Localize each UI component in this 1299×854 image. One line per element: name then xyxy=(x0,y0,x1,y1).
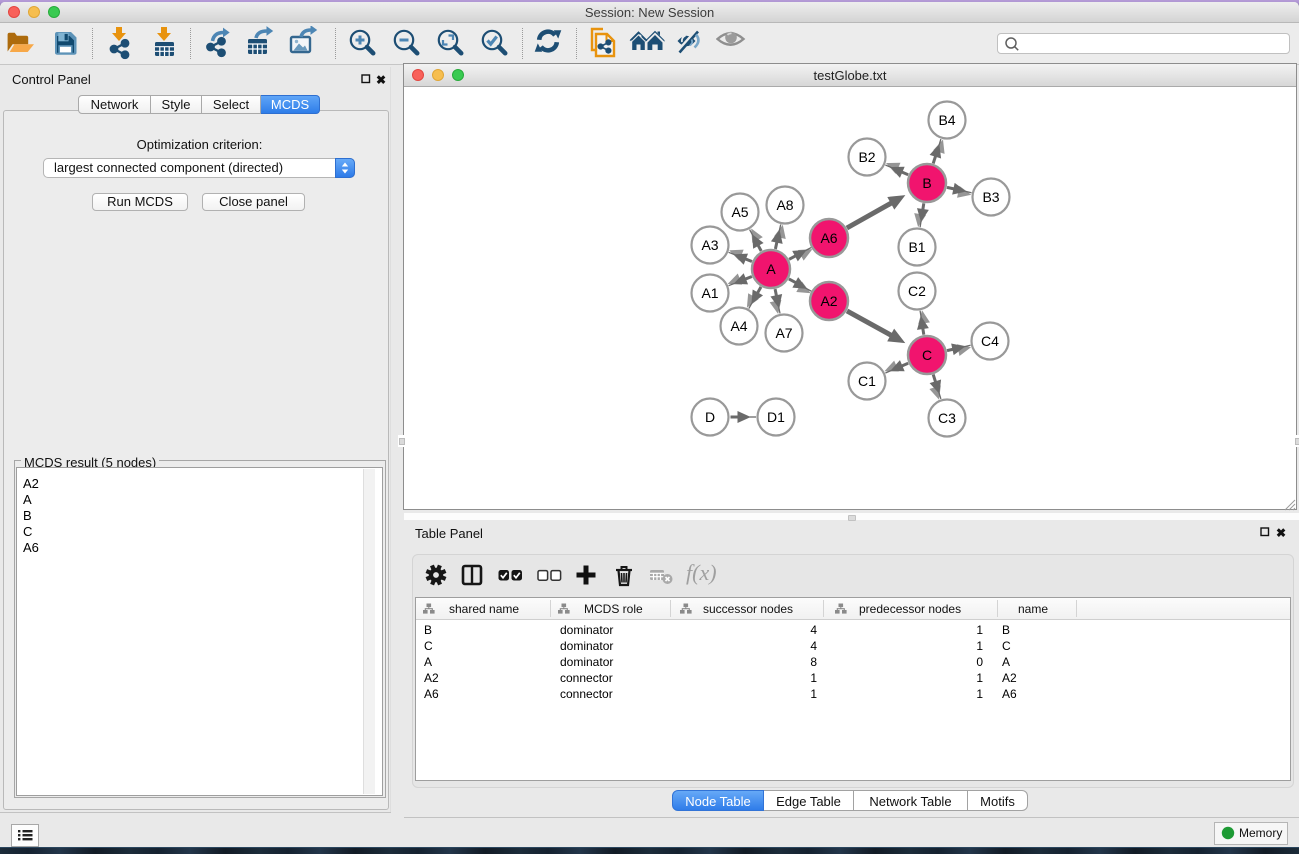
svg-text:B2: B2 xyxy=(858,149,875,165)
svg-text:A5: A5 xyxy=(731,204,748,220)
svg-text:D: D xyxy=(705,409,715,425)
svg-text:B4: B4 xyxy=(938,112,955,128)
svg-text:A1: A1 xyxy=(701,285,718,301)
svg-text:A8: A8 xyxy=(776,197,793,213)
svg-text:C3: C3 xyxy=(938,410,956,426)
svg-text:A7: A7 xyxy=(775,325,792,341)
svg-text:A2: A2 xyxy=(820,293,837,309)
svg-text:C2: C2 xyxy=(908,283,926,299)
svg-text:A4: A4 xyxy=(730,318,747,334)
svg-text:C: C xyxy=(922,347,932,363)
svg-text:C1: C1 xyxy=(858,373,876,389)
svg-text:A3: A3 xyxy=(701,237,718,253)
svg-text:D1: D1 xyxy=(767,409,785,425)
svg-text:C4: C4 xyxy=(981,333,999,349)
svg-text:A6: A6 xyxy=(820,230,837,246)
svg-text:B3: B3 xyxy=(982,189,999,205)
svg-text:B: B xyxy=(922,175,931,191)
svg-text:A: A xyxy=(766,261,776,277)
svg-text:B1: B1 xyxy=(908,239,925,255)
